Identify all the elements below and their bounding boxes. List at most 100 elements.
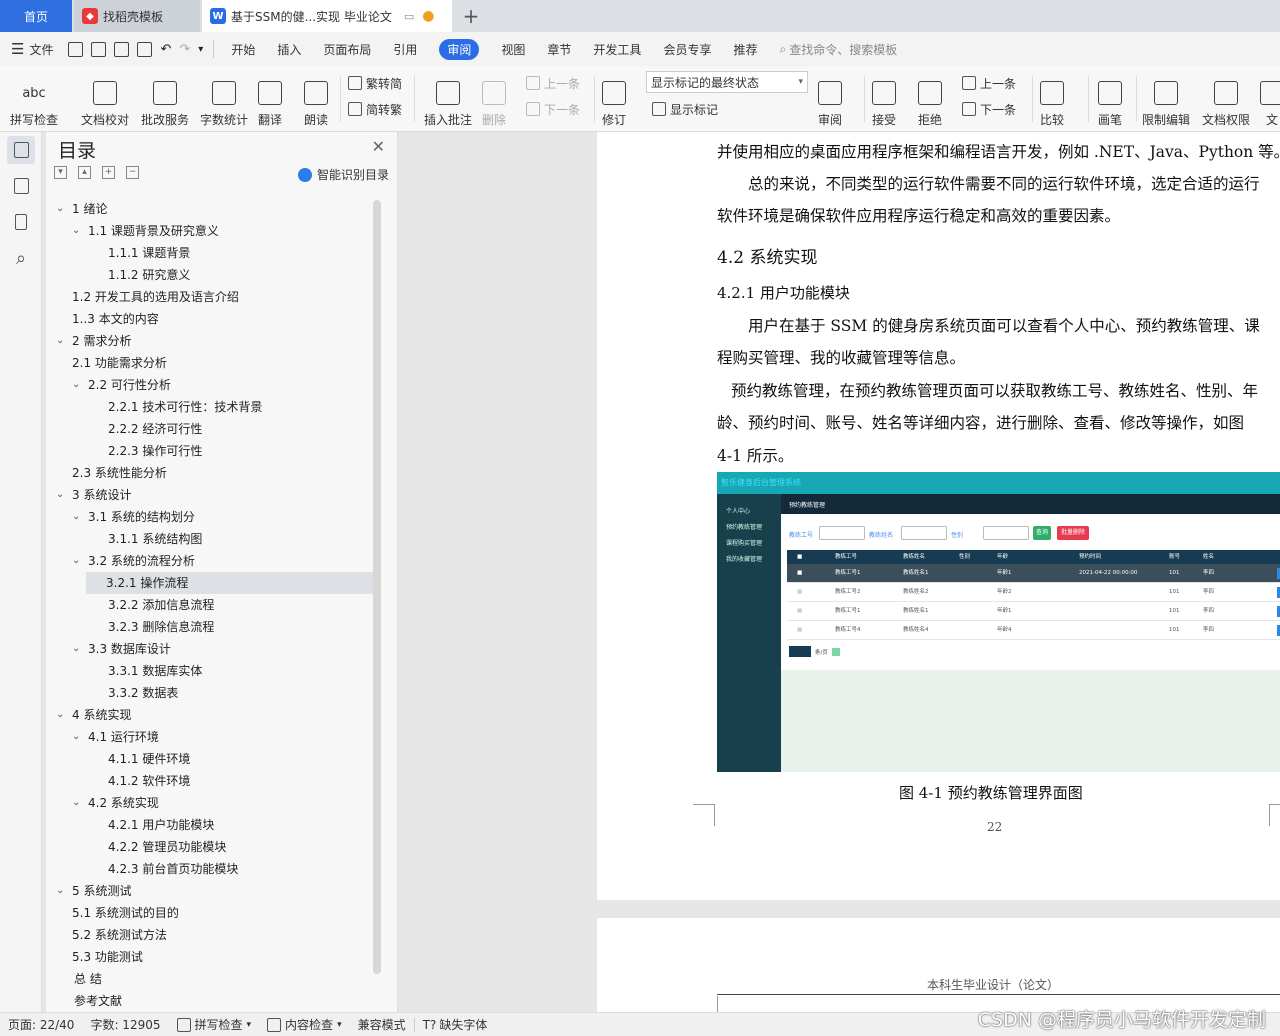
delete-comment-button[interactable]: 删除 bbox=[482, 70, 506, 128]
toc-item[interactable]: 3.3.2 数据表 bbox=[104, 682, 178, 704]
chevron-down-icon[interactable]: ⌄ bbox=[56, 704, 72, 726]
menu-start[interactable]: 开始 bbox=[220, 32, 266, 66]
next-change-button[interactable]: 下一条 bbox=[962, 98, 1016, 120]
word-count-button[interactable]: 字数统计 bbox=[200, 70, 248, 128]
menu-review[interactable]: 审阅 bbox=[428, 32, 490, 66]
tab-monitor-icon[interactable]: ▭ bbox=[404, 10, 414, 23]
track-changes-button[interactable]: 修订 bbox=[602, 70, 626, 128]
spell-check-button[interactable]: abc 拼写检查 bbox=[10, 70, 58, 128]
toc-item[interactable]: 2.2.2 经济可行性 bbox=[104, 418, 202, 440]
toc-item[interactable]: ⌄ 5 系统测试 bbox=[56, 880, 131, 902]
add-heading-icon[interactable]: + bbox=[102, 166, 115, 179]
insert-comment-button[interactable]: 插入批注 bbox=[424, 70, 472, 128]
expand-up-icon[interactable]: ▴ bbox=[78, 166, 91, 179]
word-count-indicator[interactable]: 字数: 12905 bbox=[82, 1016, 168, 1033]
menu-developer[interactable]: 开发工具 bbox=[582, 32, 652, 66]
toc-item[interactable]: 1.1.2 研究意义 bbox=[104, 264, 190, 286]
toc-item[interactable]: 2.2.3 操作可行性 bbox=[104, 440, 202, 462]
toc-item[interactable]: ⌄ 2 需求分析 bbox=[56, 330, 131, 352]
toc-item[interactable]: 2.1 功能需求分析 bbox=[72, 352, 167, 374]
menu-view[interactable]: 视图 bbox=[490, 32, 536, 66]
tab-template[interactable]: ◆ 找稻壳模板 bbox=[74, 0, 200, 32]
annotate-service-button[interactable]: 批改服务 bbox=[141, 70, 189, 128]
remove-heading-icon[interactable]: − bbox=[126, 166, 139, 179]
smart-toc-button[interactable]: 智能识别目录 bbox=[297, 166, 389, 183]
content-check-status[interactable]: 内容检查 ▾ bbox=[259, 1016, 350, 1033]
restrict-edit-button[interactable]: 限制编辑 bbox=[1142, 70, 1190, 128]
accept-button[interactable]: 接受 bbox=[872, 70, 896, 128]
toc-item[interactable]: ⌄ 2.2 可行性分析 bbox=[72, 374, 171, 396]
chevron-down-icon[interactable]: ⌄ bbox=[56, 484, 72, 506]
show-markup-button[interactable]: 显示标记 bbox=[652, 98, 718, 120]
toc-item[interactable]: 2.3 系统性能分析 bbox=[72, 462, 167, 484]
trad-to-simp-button[interactable]: 繁转简 bbox=[348, 72, 402, 94]
prev-comment-button[interactable]: 上一条 bbox=[526, 72, 580, 94]
menu-chapter[interactable]: 章节 bbox=[536, 32, 582, 66]
chevron-down-icon[interactable]: ⌄ bbox=[56, 198, 72, 220]
file-menu[interactable]: ☰ 文件 bbox=[0, 32, 64, 66]
reject-button[interactable]: 拒绝 bbox=[918, 70, 942, 128]
toc-item[interactable]: 3.3.1 数据库实体 bbox=[104, 660, 202, 682]
translate-button[interactable]: 翻译 bbox=[258, 70, 282, 128]
toc-item[interactable]: ⌄ 3.2 系统的流程分析 bbox=[72, 550, 195, 572]
toc-item[interactable]: ⌄ 3 系统设计 bbox=[56, 484, 131, 506]
bookmark-button[interactable] bbox=[7, 208, 35, 236]
compare-button[interactable]: 比较 bbox=[1040, 70, 1064, 128]
toc-item[interactable]: 4.2.1 用户功能模块 bbox=[104, 814, 214, 836]
tab-document[interactable]: W 基于SSM的健...实现 毕业论文 ▭ ● bbox=[202, 0, 452, 32]
toc-item[interactable]: 3.2.1 操作流程 bbox=[86, 572, 374, 594]
export-icon[interactable] bbox=[91, 41, 107, 57]
toc-item[interactable]: ⌄ 4.1 运行环境 bbox=[72, 726, 159, 748]
chevron-down-icon[interactable]: ⌄ bbox=[72, 220, 88, 242]
toc-item[interactable]: ⌄ 4 系统实现 bbox=[56, 704, 131, 726]
next-document-page[interactable]: 本科生毕业设计（论文） bbox=[597, 918, 1280, 1012]
chevron-down-icon[interactable]: ⌄ bbox=[72, 506, 88, 528]
review-pane-button[interactable]: 审阅 bbox=[818, 70, 842, 128]
menu-insert[interactable]: 插入 bbox=[266, 32, 312, 66]
toc-item[interactable]: 1..3 本文的内容 bbox=[72, 308, 159, 330]
menu-recommend[interactable]: 推荐 bbox=[722, 32, 768, 66]
chevron-down-icon[interactable]: ⌄ bbox=[72, 638, 88, 660]
chevron-down-icon[interactable]: ⌄ bbox=[56, 880, 72, 902]
collapse-all-icon[interactable]: ▾ bbox=[54, 166, 67, 179]
save-icon[interactable] bbox=[68, 41, 84, 57]
toc-item[interactable]: 1.2 开发工具的选用及语言介绍 bbox=[72, 286, 239, 308]
toc-item[interactable]: 4.1.2 软件环境 bbox=[104, 770, 190, 792]
toc-item[interactable]: ⌄ 1.1 课题背景及研究意义 bbox=[72, 220, 219, 242]
prev-change-button[interactable]: 上一条 bbox=[962, 72, 1016, 94]
close-icon[interactable]: ✕ bbox=[372, 137, 385, 156]
quick-more-icon[interactable]: ▾ bbox=[198, 44, 203, 55]
toc-item[interactable]: ⌄ 1 绪论 bbox=[56, 198, 107, 220]
read-aloud-button[interactable]: 朗读 bbox=[304, 70, 328, 128]
toc-item[interactable]: 5.3 功能测试 bbox=[72, 946, 143, 968]
toc-item[interactable]: 1.1.1 课题背景 bbox=[104, 242, 190, 264]
toc-item[interactable]: 5.2 系统测试方法 bbox=[72, 924, 167, 946]
toc-item[interactable]: 4.1.1 硬件环境 bbox=[104, 748, 190, 770]
toc-item[interactable]: 4.2.2 管理员功能模块 bbox=[104, 836, 226, 858]
toc-item[interactable]: ⌄ 3.1 系统的结构划分 bbox=[72, 506, 195, 528]
next-comment-button[interactable]: 下一条 bbox=[526, 98, 580, 120]
toc-item[interactable]: ⌄ 3.3 数据库设计 bbox=[72, 638, 171, 660]
menu-member[interactable]: 会员专享 bbox=[652, 32, 722, 66]
chevron-down-icon[interactable]: ⌄ bbox=[72, 550, 88, 572]
doc-proof-button[interactable]: 文档校对 bbox=[81, 70, 129, 128]
tab-home[interactable]: 首页 bbox=[0, 0, 72, 32]
print-preview-icon[interactable] bbox=[137, 41, 153, 57]
toc-item[interactable]: 5.1 系统测试的目的 bbox=[72, 902, 179, 924]
nav-pane-button[interactable] bbox=[7, 172, 35, 200]
toc-item[interactable]: ⌄ 4.2 系统实现 bbox=[72, 792, 159, 814]
toc-item[interactable]: 2.2.1 技术可行性：技术背景 bbox=[104, 396, 262, 418]
markup-state-select[interactable]: 显示标记的最终状态 ▾ bbox=[646, 71, 808, 93]
command-search[interactable]: ⌕ 查找命令、搜索模板 bbox=[768, 32, 908, 66]
menu-reference[interactable]: 引用 bbox=[382, 32, 428, 66]
menu-page-layout[interactable]: 页面布局 bbox=[312, 32, 382, 66]
new-tab-button[interactable]: + bbox=[456, 0, 486, 32]
doc-more-button[interactable]: 文 bbox=[1260, 70, 1280, 128]
find-button[interactable]: ⌕ bbox=[7, 244, 35, 272]
toc-panel-button[interactable] bbox=[7, 136, 35, 164]
page-indicator[interactable]: 页面: 22/40 bbox=[0, 1016, 82, 1033]
toc-item[interactable]: 3.2.2 添加信息流程 bbox=[104, 594, 214, 616]
document-page[interactable]: 并使用相应的桌面应用程序框架和编程语言开发，例如 .NET、Java、Pytho… bbox=[597, 132, 1280, 900]
doc-permission-button[interactable]: 文档权限 bbox=[1202, 70, 1250, 128]
redo-icon[interactable]: ↷ bbox=[179, 42, 190, 57]
